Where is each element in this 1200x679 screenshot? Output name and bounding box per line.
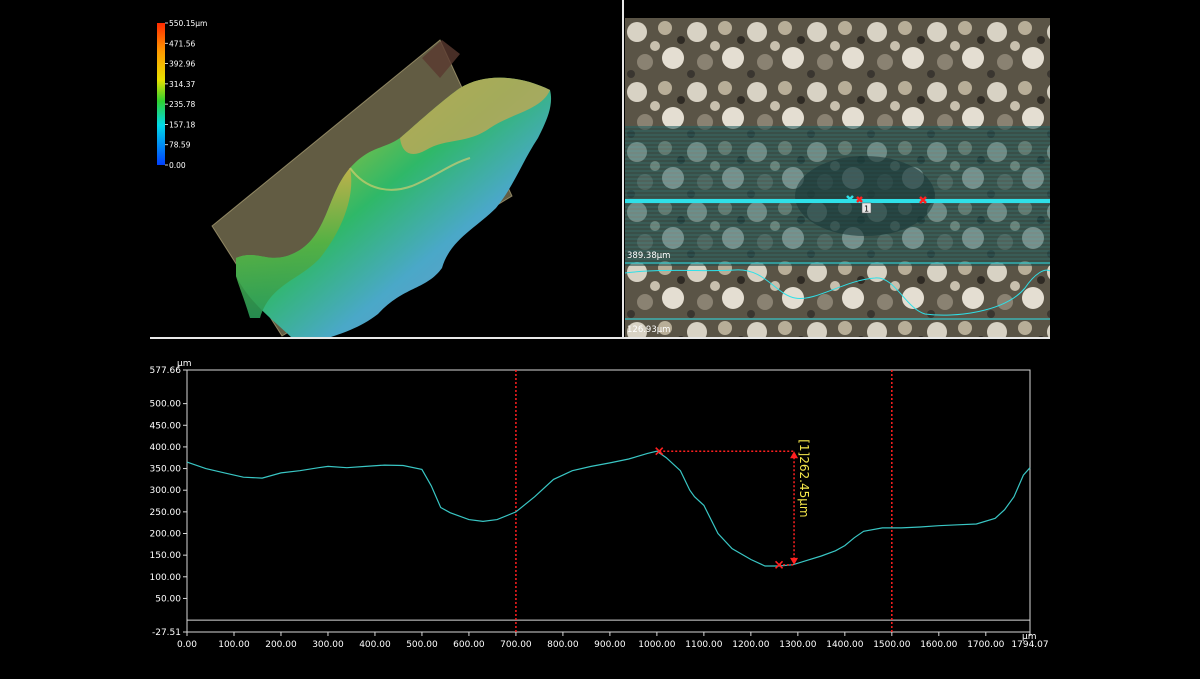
colorbar-tick-label: 0.00	[169, 161, 186, 170]
lower-line-label: 126.93µm	[627, 325, 670, 335]
x-tick-label: 0.00	[177, 640, 197, 650]
vertical-divider[interactable]	[622, 0, 624, 338]
cursor-lines[interactable]	[515, 370, 893, 632]
upper-line-label: 389.38µm	[627, 251, 670, 261]
colorbar-ticks: 550.15µm 471.56 392.96 314.37 235.78 157.18 78…	[165, 19, 207, 170]
y-tick-label: 500.00	[150, 400, 182, 410]
y-tick-label: 100.00	[150, 573, 182, 583]
y-tick-label: 250.00	[150, 508, 182, 518]
measure-arrow-up	[790, 451, 799, 459]
x-axis-ticks: 0.00 100.00 200.00 300.00 400.00 500.00 600.00…	[177, 632, 1049, 650]
colorbar-tick-label: 314.37	[169, 80, 195, 89]
measure-point-low[interactable]	[774, 560, 784, 569]
horizontal-divider[interactable]	[150, 337, 1050, 339]
x-tick-label: 800.00	[547, 640, 579, 650]
y-axis-unit: µm	[177, 359, 192, 369]
x-tick-label: 1300.00	[779, 640, 816, 650]
profile-chart-svg: 577.66500.00450.00400.00350.00300.00250.…	[150, 359, 1049, 650]
profile-line	[186, 450, 1031, 567]
colorbar-tick-label: 471.56	[169, 39, 195, 48]
y-tick-label: 150.00	[150, 551, 182, 561]
colorbar	[157, 23, 165, 165]
colorbar-tick-label: 157.18	[169, 120, 195, 129]
x-tick-label: 1500.00	[873, 640, 910, 650]
x-axis-unit: µm	[1022, 632, 1037, 642]
plot-frame	[186, 369, 1031, 633]
x-tick-label: 700.00	[500, 640, 532, 650]
surface-image-view[interactable]: 1 389.38µm 126.93µm	[625, 18, 1050, 338]
colorbar-tick-label: 550.15µm	[169, 19, 207, 28]
x-tick-label: 1200.00	[732, 640, 769, 650]
surface-image[interactable]: 1 389.38µm 126.93µm	[625, 18, 1050, 338]
colorbar-tick-label: 78.59	[169, 141, 191, 150]
x-tick-label: 400.00	[359, 640, 391, 650]
3d-surface-view[interactable]: 550.15µm 471.56 392.96 314.37 235.78 157.18 78…	[150, 18, 620, 338]
y-tick-label: 200.00	[150, 530, 182, 540]
x-tick-label: 600.00	[453, 640, 485, 650]
x-tick-label: 900.00	[594, 640, 626, 650]
y-axis-ticks: 577.66500.00450.00400.00350.00300.00250.…	[150, 366, 187, 638]
y-tick-label: -27.51	[152, 628, 181, 638]
y-tick-label: 50.00	[155, 594, 181, 604]
profile-chart[interactable]: 577.66 500.00 450.00 400.00 350.00 300.00 250.…	[140, 355, 1060, 675]
x-tick-label: 1400.00	[826, 640, 863, 650]
x-tick-label: 1000.00	[638, 640, 675, 650]
y-tick-label: 450.00	[150, 421, 182, 431]
y-tick-label: 300.00	[150, 486, 182, 496]
x-tick-label: 300.00	[312, 640, 344, 650]
y-tick-label: 350.00	[150, 465, 182, 475]
dark-region	[795, 156, 935, 236]
x-tick-label: 1700.00	[967, 640, 1004, 650]
scan-marker-red-1	[856, 196, 863, 203]
marker-badge-label: 1	[864, 205, 869, 214]
x-tick-label: 100.00	[218, 640, 250, 650]
y-tick-label: 400.00	[150, 443, 182, 453]
x-tick-label: 1600.00	[920, 640, 957, 650]
x-tick-label: 1100.00	[685, 640, 722, 650]
profile-scan-line[interactable]	[625, 199, 1050, 203]
3d-surface-render[interactable]: 550.15µm 471.56 392.96 314.37 235.78 157.18 78…	[150, 18, 620, 338]
colorbar-tick-label: 235.78	[169, 100, 195, 109]
x-tick-label: 500.00	[406, 640, 438, 650]
measure-label: [1]262.45µm	[797, 439, 811, 517]
colorbar-tick-label: 392.96	[169, 60, 195, 69]
x-tick-label: 200.00	[265, 640, 297, 650]
